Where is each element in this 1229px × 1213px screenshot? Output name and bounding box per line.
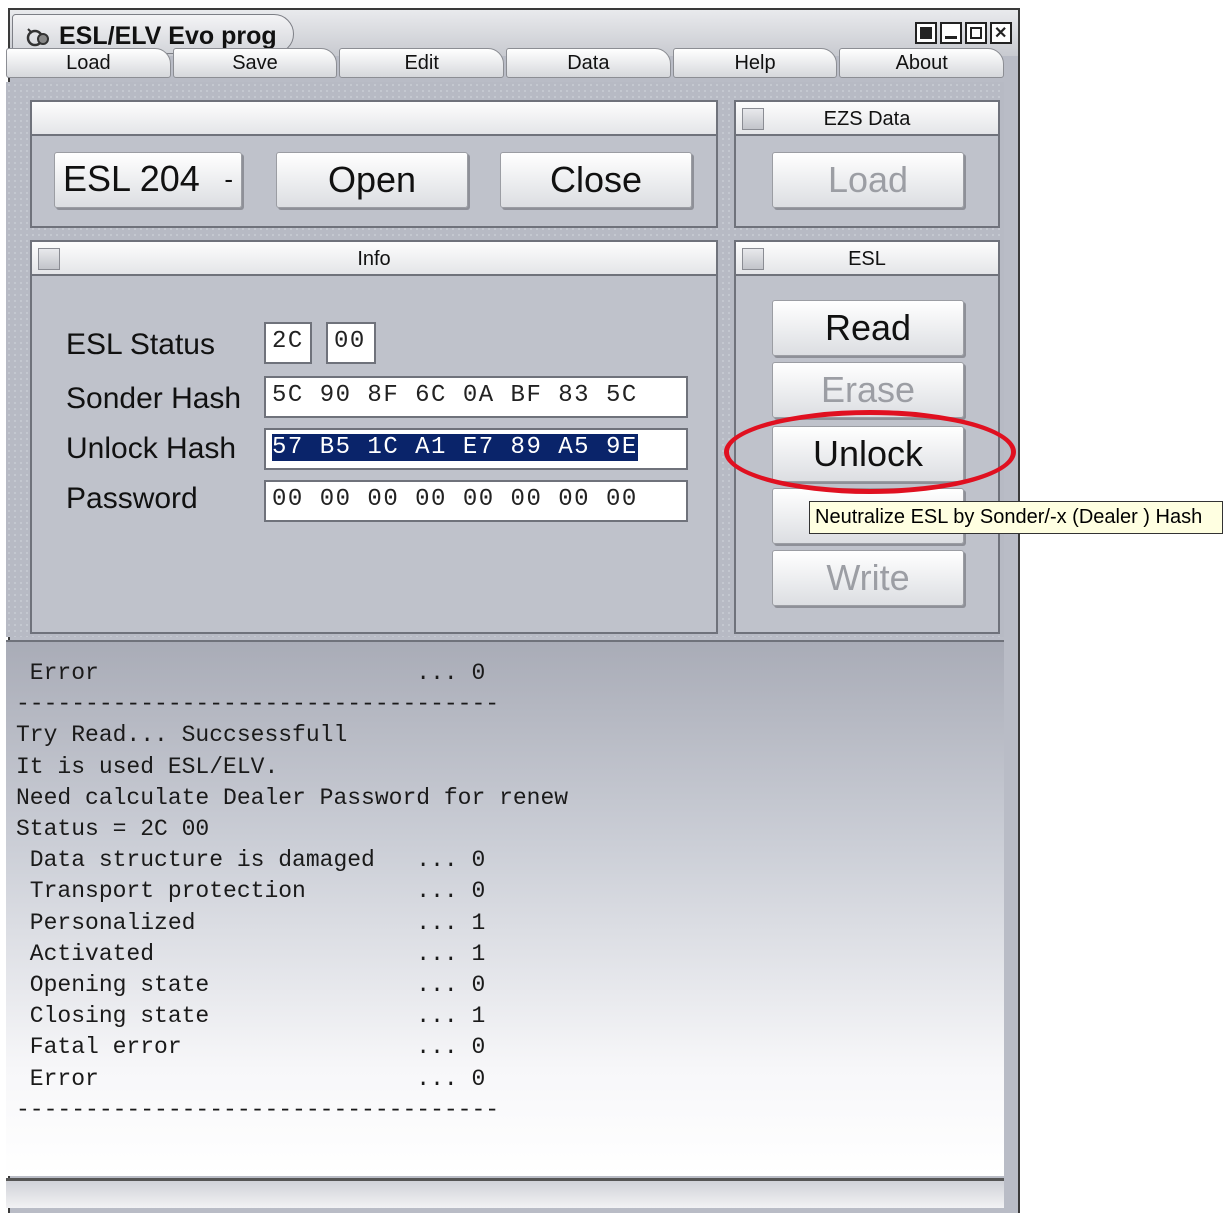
close-icon[interactable]: [990, 22, 1012, 44]
log-line: Activated ... 1: [16, 940, 486, 967]
menu-save[interactable]: Save: [172, 48, 338, 78]
unlock-hash-field[interactable]: 57 B5 1C A1 E7 89 A5 9E: [264, 428, 688, 470]
menu-edit[interactable]: Edit: [339, 48, 505, 78]
log-body: Error ... 0 -----------------------------…: [6, 658, 568, 1126]
esl-header: ESL: [736, 242, 998, 276]
device-group: ESL 204 - Open Close: [30, 100, 718, 228]
menu-data[interactable]: Data: [506, 48, 671, 78]
device-group-header: [32, 102, 716, 136]
log-line: Personalized ... 1: [16, 909, 486, 936]
log-line: -----------------------------------: [16, 691, 500, 718]
menu-help[interactable]: Help: [672, 48, 838, 78]
sonder-hash-label: Sonder Hash: [66, 382, 242, 415]
open-button[interactable]: Open: [276, 152, 468, 208]
password-label: Password: [66, 482, 198, 515]
ezs-data-title: EZS Data: [823, 108, 911, 130]
unlock-hash-label: Unlock Hash: [66, 432, 237, 465]
log-line: Closing state ... 1: [16, 1003, 486, 1030]
log-line: Opening state ... 0: [16, 972, 486, 999]
write-button[interactable]: Write: [772, 550, 964, 606]
menu-bar: Load Save Edit Data Help About: [6, 48, 1005, 80]
maximize-icon[interactable]: [965, 22, 987, 44]
log-line: Data structure is damaged ... 0: [16, 847, 486, 874]
esl-title: ESL: [848, 248, 886, 270]
close-button[interactable]: Close: [500, 152, 692, 208]
help-icon[interactable]: [915, 22, 937, 44]
ezs-load-button[interactable]: Load: [772, 152, 964, 208]
unlock-highlight-circle: [724, 410, 1016, 494]
sonder-hash-field[interactable]: 5C 90 8F 6C 0A BF 83 5C: [264, 376, 688, 418]
read-button[interactable]: Read: [772, 300, 964, 356]
log-output[interactable]: Error ... 0 -----------------------------…: [6, 640, 1004, 1176]
log-line: Try Read... Succsessfull: [16, 722, 348, 749]
log-line: Error ... 0: [16, 1065, 486, 1092]
esl-status-label: ESL Status: [66, 328, 215, 361]
window-controls: [915, 22, 1012, 44]
log-line: Status = 2C 00: [16, 816, 210, 843]
minimize-icon[interactable]: [940, 22, 962, 44]
info-group: Info ESL Status 2C 00 Sonder Hash 5C 90 …: [30, 240, 718, 634]
app-icon: [26, 28, 49, 47]
menu-load[interactable]: Load: [6, 48, 171, 78]
password-field[interactable]: 00 00 00 00 00 00 00 00: [264, 480, 688, 522]
log-line: Transport protection ... 0: [16, 878, 486, 905]
info-header: Info: [32, 242, 716, 276]
ezs-data-header: EZS Data: [736, 102, 998, 136]
log-line: It is used ESL/ELV.: [16, 753, 279, 780]
log-line: Error ... 0: [16, 660, 486, 686]
unlock-tooltip: Neutralize ESL by Sonder/-x (Dealer ) Ha…: [809, 501, 1223, 534]
log-line: Fatal error ... 0: [16, 1034, 486, 1061]
menu-about[interactable]: About: [839, 48, 1005, 78]
panel-area: ESL 204 - Open Close EZS Data Load Info …: [6, 82, 1004, 637]
log-line: Need calculate Dealer Password for renew: [16, 784, 569, 811]
chevron-down-icon: -: [224, 164, 233, 194]
unlock-hash-selection: 57 B5 1C A1 E7 89 A5 9E: [272, 434, 638, 461]
esl-status-field-2[interactable]: 00: [326, 322, 376, 364]
info-title: Info: [357, 248, 391, 270]
esl-status-field-1[interactable]: 2C: [264, 322, 312, 364]
device-select[interactable]: ESL 204 -: [54, 152, 242, 208]
log-line: -----------------------------------: [16, 1096, 500, 1123]
status-bar: [6, 1178, 1004, 1208]
window-title: ESL/ELV Evo prog: [59, 22, 277, 50]
device-select-value: ESL 204: [63, 158, 200, 199]
ezs-data-group: EZS Data Load: [734, 100, 1000, 228]
